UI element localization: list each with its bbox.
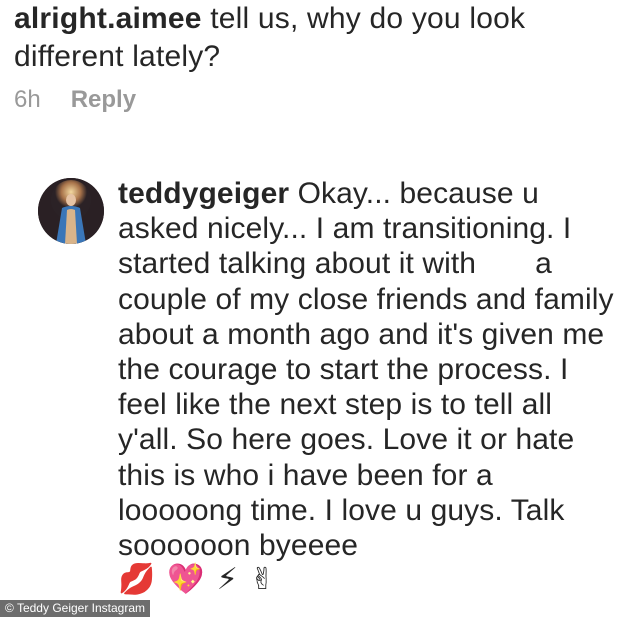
- reply-text: Okay... because u asked nicely... I am t…: [118, 177, 614, 563]
- reply-comment: teddygeiger Okay... because u asked nice…: [118, 176, 618, 563]
- top-comment: alright.aimee tell us, why do you look d…: [14, 0, 614, 76]
- reply-username[interactable]: teddygeiger: [118, 177, 289, 210]
- emoji-row: 💋 💖 ⚡ ✌: [118, 560, 275, 600]
- kiss-mark-emoji-icon: 💋: [118, 562, 156, 597]
- avatar[interactable]: [38, 178, 104, 244]
- reply-button[interactable]: Reply: [71, 86, 136, 114]
- victory-hand-emoji-icon: ✌: [249, 562, 275, 597]
- photo-credit: © Teddy Geiger Instagram: [0, 600, 151, 617]
- top-comment-meta: 6h Reply: [14, 86, 136, 114]
- top-comment-username[interactable]: alright.aimee: [14, 2, 202, 35]
- top-comment-timestamp: 6h: [14, 86, 41, 113]
- sparkling-heart-emoji-icon: 💖: [167, 562, 205, 597]
- lightning-emoji-icon: ⚡: [216, 562, 238, 597]
